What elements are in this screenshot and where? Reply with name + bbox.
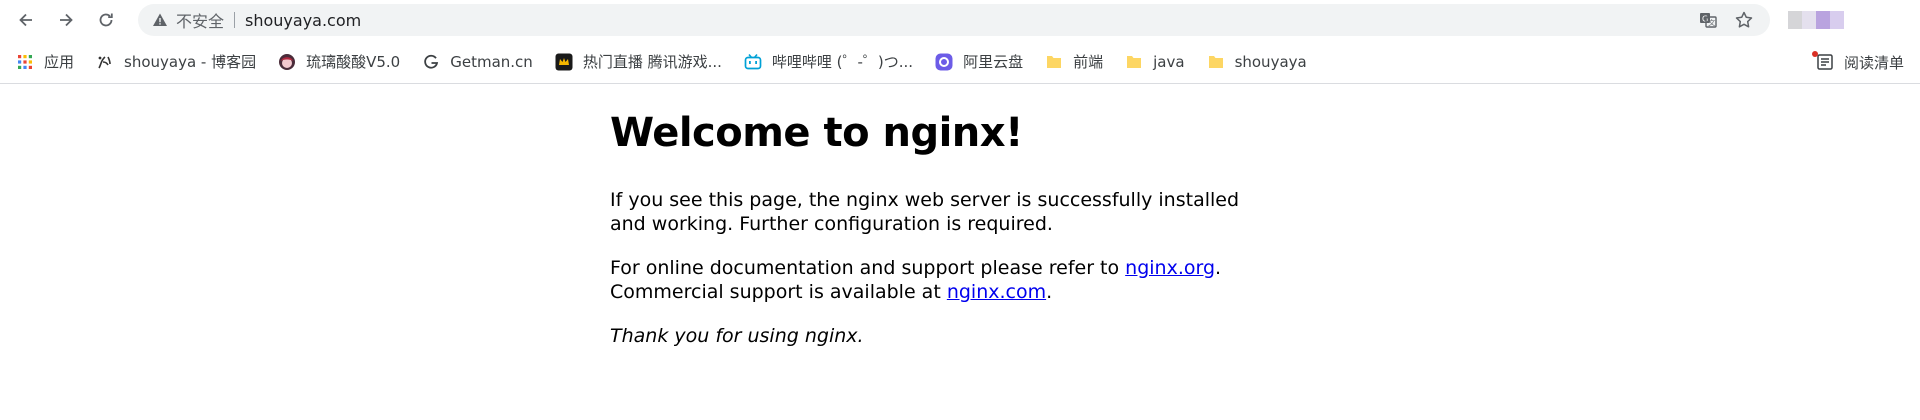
aliyun-drive-icon [935, 53, 953, 71]
warning-icon [153, 13, 167, 26]
browser-toolbar: 不安全 shouyaya.com G文 [0, 0, 1920, 40]
folder-icon [1125, 53, 1143, 71]
commercial-text: Commercial support is available at [610, 281, 947, 303]
docs-punct: . [1215, 257, 1222, 279]
bookmark-folder-frontend[interactable]: 前端 [1045, 48, 1113, 76]
bookmarks-bar: 应用 shouyaya - 博客园 琉璃酸酸V5.0 Getman.cn 热门直… [0, 40, 1920, 84]
bookmark-bilibili[interactable]: 哔哩哔哩 (゜-゜)つ... [744, 48, 923, 76]
reading-list-label: 阅读清单 [1843, 53, 1904, 72]
avatar-icon [278, 53, 296, 71]
arrow-right-icon [60, 13, 73, 27]
bookmark-label: Getman.cn [450, 52, 533, 71]
address-bar[interactable]: 不安全 shouyaya.com G文 [138, 4, 1770, 36]
bookmark-label: 哔哩哔哩 (゜-゜)つ... [771, 53, 914, 71]
back-button[interactable] [10, 4, 42, 36]
bookmark-label: 热门直播 腾讯游戏... [582, 53, 722, 71]
bookmark-apps[interactable]: 应用 [16, 48, 84, 76]
bookmark-label: shouyaya - 博客园 [124, 53, 257, 71]
game-crown-icon [555, 53, 573, 71]
bookmark-label: 前端 [1073, 53, 1104, 71]
bookmark-cnblogs[interactable]: shouyaya - 博客园 [96, 48, 266, 76]
page-title: Welcome to nginx! [610, 110, 1023, 156]
bilibili-icon [744, 53, 762, 71]
translate-icon[interactable]: G文 [1698, 10, 1718, 30]
nginx-com-link[interactable]: nginx.com [947, 281, 1046, 303]
folder-icon [1045, 53, 1063, 71]
bookmark-folder-shouyaya[interactable]: shouyaya [1207, 48, 1317, 76]
reload-icon [99, 13, 113, 27]
thanks-paragraph: Thank you for using nginx. [610, 324, 1250, 348]
nginx-org-link[interactable]: nginx.org [1125, 257, 1215, 279]
reload-button[interactable] [90, 4, 122, 36]
bookmark-star-icon[interactable] [1734, 10, 1754, 30]
apps-grid-icon [16, 53, 34, 71]
thanks-text: Thank you for using nginx. [610, 325, 864, 347]
svg-text:G: G [1702, 15, 1708, 24]
docs-paragraph: For online documentation and support ple… [610, 256, 1250, 304]
forward-button[interactable] [50, 4, 82, 36]
bookmark-label: 应用 [44, 53, 75, 71]
address-separator [234, 12, 236, 28]
cnblogs-icon [96, 53, 114, 71]
reading-list-dot [1811, 51, 1818, 57]
letter-g-icon [422, 53, 440, 71]
bookmark-getman[interactable]: Getman.cn [422, 48, 543, 76]
profile-avatar[interactable] [1788, 11, 1844, 29]
security-status[interactable]: 不安全 [176, 8, 224, 32]
arrow-left-icon [19, 13, 32, 27]
commercial-punct: . [1046, 281, 1053, 303]
omnibox-actions: G文 [1698, 4, 1754, 36]
bookmark-label: java [1153, 52, 1185, 71]
page-content: Welcome to nginx! If you see this page, … [610, 108, 1250, 368]
bookmark-folder-java[interactable]: java [1125, 48, 1194, 76]
reading-list-button[interactable]: 阅读清单 [1811, 40, 1904, 84]
bookmark-aliyun-drive[interactable]: 阿里云盘 [935, 48, 1033, 76]
bookmark-label: 琉璃酸酸V5.0 [306, 53, 401, 71]
intro-paragraph: If you see this page, the nginx web serv… [610, 189, 1240, 235]
reading-list-icon [1811, 51, 1834, 71]
bookmark-label: 阿里云盘 [963, 53, 1024, 71]
url-text[interactable]: shouyaya.com [245, 11, 361, 30]
folder-icon [1207, 53, 1225, 71]
bookmark-label: shouyaya [1234, 52, 1307, 71]
bookmark-live[interactable]: 热门直播 腾讯游戏... [555, 48, 732, 76]
bookmark-avatar[interactable]: 琉璃酸酸V5.0 [278, 48, 410, 76]
docs-text: For online documentation and support ple… [610, 257, 1126, 279]
svg-text:文: 文 [1708, 18, 1715, 27]
